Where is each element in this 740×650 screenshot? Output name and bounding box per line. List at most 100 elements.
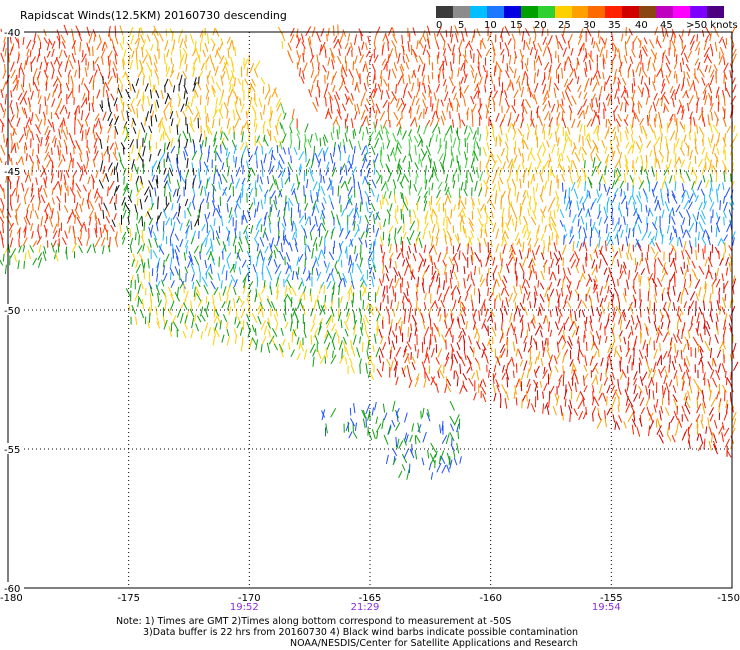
wind-barb <box>695 249 698 261</box>
wind-barb <box>507 196 511 205</box>
wind-barb <box>623 55 628 64</box>
wind-barb <box>697 231 700 241</box>
wind-barb <box>429 158 432 169</box>
wind-barb <box>44 116 46 126</box>
wind-barb <box>524 306 528 316</box>
wind-barb <box>672 394 678 403</box>
wind-barb <box>270 204 273 212</box>
wind-barb <box>631 221 638 232</box>
wind-barb <box>667 434 672 442</box>
wind-barb <box>228 182 232 190</box>
wind-barb <box>667 152 669 162</box>
wind-barb <box>573 321 578 330</box>
wind-barb <box>350 339 353 350</box>
wind-barb <box>650 238 656 247</box>
wind-barb <box>149 89 153 99</box>
wind-barb <box>557 379 561 388</box>
wind-barb <box>542 141 546 150</box>
wind-barb <box>406 365 410 374</box>
wind-barb <box>625 141 630 149</box>
wind-barb <box>709 347 713 358</box>
wind-barb <box>31 112 34 122</box>
wind-barb <box>484 85 487 93</box>
wind-barb <box>451 69 453 80</box>
wind-barb <box>473 392 477 401</box>
wind-barb <box>109 142 114 151</box>
wind-barb <box>235 167 241 177</box>
wind-barb <box>227 300 231 311</box>
wind-barb <box>411 95 416 107</box>
wind-barb <box>268 215 271 225</box>
wind-barb <box>605 240 607 252</box>
wind-barb <box>548 235 551 246</box>
wind-barb <box>141 104 145 112</box>
wind-barb <box>607 118 612 127</box>
wind-barb <box>501 222 504 233</box>
wind-barb <box>185 245 188 255</box>
wind-barb <box>204 308 209 318</box>
wind-barb <box>16 142 20 150</box>
wind-barb <box>552 405 557 416</box>
wind-barb <box>278 250 285 261</box>
wind-barb <box>73 229 76 239</box>
wind-barb <box>589 355 594 366</box>
wind-barb <box>632 165 636 176</box>
wind-barb <box>589 253 593 261</box>
wind-barb <box>135 232 137 241</box>
wind-barb <box>33 32 37 43</box>
wind-barb <box>708 65 712 73</box>
wind-barb <box>252 313 258 324</box>
wind-barb <box>268 329 271 338</box>
wind-barb <box>43 29 47 37</box>
wind-barb <box>284 176 290 185</box>
wind-barb <box>653 348 658 360</box>
wind-barb <box>235 334 237 344</box>
wind-barb <box>340 319 343 329</box>
wind-barb <box>576 392 581 402</box>
wind-barb <box>193 245 199 254</box>
wind-barb <box>618 396 620 406</box>
wind-barb <box>540 270 545 281</box>
wind-barb <box>443 250 448 260</box>
wind-barb <box>102 165 106 175</box>
wind-barb <box>401 277 404 288</box>
wind-barb <box>362 63 366 72</box>
wind-barb <box>561 342 566 350</box>
wind-barb <box>215 208 222 219</box>
wind-barb <box>700 188 705 196</box>
wind-barb <box>281 177 283 189</box>
wind-barb <box>558 315 561 324</box>
wind-barb <box>570 259 577 269</box>
wind-barb <box>492 222 497 233</box>
wind-barb <box>690 315 694 325</box>
wind-barb <box>450 61 453 72</box>
wind-barb <box>549 309 552 318</box>
wind-barb <box>595 42 600 52</box>
wind-barb <box>681 83 684 92</box>
wind-barb <box>59 104 65 115</box>
wind-barb <box>709 251 712 261</box>
wind-barb <box>264 245 269 254</box>
wind-barb <box>233 298 236 309</box>
wind-barb <box>260 224 263 233</box>
wind-barb <box>357 140 362 151</box>
wind-barb <box>218 292 222 302</box>
wind-barb <box>421 270 426 280</box>
wind-barb <box>204 238 208 248</box>
wind-barb <box>615 350 622 360</box>
wind-barb <box>597 413 602 421</box>
wind-barb <box>278 153 285 165</box>
wind-barb <box>16 109 19 119</box>
wind-barb <box>537 144 543 155</box>
wind-barb <box>656 277 663 287</box>
wind-barb <box>569 209 571 218</box>
wind-barb <box>443 41 446 51</box>
wind-barb <box>249 63 255 73</box>
wind-barb <box>698 159 703 168</box>
wind-barb <box>636 315 640 323</box>
wind-barb <box>441 334 447 344</box>
wind-barb <box>692 336 699 346</box>
wind-barb <box>64 106 68 114</box>
wind-barb <box>246 160 250 170</box>
wind-barb <box>471 70 475 79</box>
